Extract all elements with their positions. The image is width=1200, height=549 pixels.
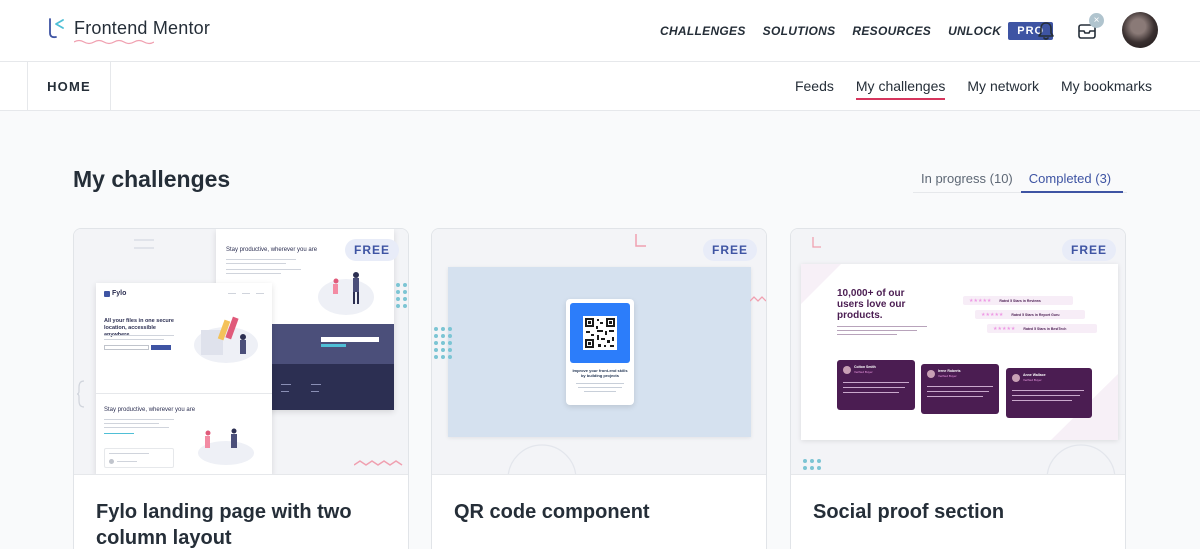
challenge-card-fylo[interactable]: FREE Stay productive, wherever you are F… <box>73 228 409 549</box>
decorative-zigzag-icon <box>354 460 403 466</box>
qr-code-icon <box>583 316 617 350</box>
preview-review-card: Irene Roberts Verified Buyer <box>921 364 999 414</box>
decorative-corner-icon <box>635 234 646 247</box>
main-nav: CHALLENGES SOLUTIONS RESOURCES UNLOCK PR… <box>660 22 1054 40</box>
notifications-button[interactable] <box>1035 20 1057 42</box>
stars-icon: ★★★★★ <box>993 325 1016 332</box>
home-link[interactable]: HOME <box>27 62 111 110</box>
tab-in-progress[interactable]: In progress (10) <box>913 171 1021 192</box>
reviewer-role: Verified Buyer <box>1023 378 1042 382</box>
rating-text: Rated 5 Stars in Reviews <box>999 298 1041 303</box>
preview-headline-bottom: Stay productive, wherever you are <box>104 407 196 413</box>
decorative-circle-icon <box>507 444 577 474</box>
preview-file-illustration-icon <box>194 316 258 363</box>
subnav-my-challenges[interactable]: My challenges <box>855 78 945 100</box>
reviewer-avatar <box>927 370 935 378</box>
decorative-brace-icon <box>76 380 85 408</box>
free-badge: FREE <box>702 239 757 261</box>
challenge-preview-social-proof[interactable]: FREE 10,000+ of our users love our produ… <box>791 229 1125 475</box>
preview-rating-row: ★★★★★ Rated 5 Stars in Report Guru <box>975 310 1085 319</box>
preview-headline-top: Stay productive, wherever you are <box>226 247 318 253</box>
nav-unlock[interactable]: UNLOCK <box>948 24 1001 38</box>
reviewer-role: Verified Buyer <box>854 370 873 374</box>
stars-icon: ★★★★★ <box>969 297 992 304</box>
decorative-circle-icon <box>1046 444 1116 474</box>
challenge-title[interactable]: Social proof section <box>813 499 1103 525</box>
preview-review-card: Colton Smith Verified Buyer <box>837 360 915 410</box>
nav-resources[interactable]: RESOURCES <box>852 24 931 38</box>
subnav-feeds[interactable]: Feeds <box>795 78 834 100</box>
nav-challenges[interactable]: CHALLENGES <box>660 24 746 38</box>
reviewer-role: Verified Buyer <box>938 374 957 378</box>
top-header: Frontend Mentor CHALLENGES SOLUTIONS RES… <box>0 0 1200 62</box>
preview-social-heading: 10,000+ of our users love our products. <box>837 288 906 321</box>
preview-qr-card: Improve your front-end skills by buildin… <box>566 299 634 405</box>
reviewer-avatar <box>1012 374 1020 382</box>
decorative-dots <box>396 283 408 308</box>
stars-icon: ★★★★★ <box>981 311 1004 318</box>
preview-logo: Fylo <box>104 290 126 297</box>
nav-solutions[interactable]: SOLUTIONS <box>763 24 836 38</box>
inbox-button[interactable]: × <box>1076 13 1104 42</box>
reviewer-name: Anne Wallace <box>1023 373 1046 377</box>
decorative-corner-icon <box>812 237 821 248</box>
decorative-dots <box>803 459 821 470</box>
page-title: My challenges <box>73 166 231 192</box>
preview-people-illustration-icon <box>198 428 254 465</box>
preview-review-card: Anne Wallace Verified Buyer <box>1006 368 1092 418</box>
decorative-dots <box>434 327 452 359</box>
challenge-card-qr-code[interactable]: FREE Improve your front-end skills by bu… <box>431 228 767 549</box>
brand-logo[interactable]: Frontend Mentor <box>42 15 211 44</box>
home-label: HOME <box>47 78 91 94</box>
challenge-preview-fylo[interactable]: FREE Stay productive, wherever you are F… <box>74 229 408 475</box>
fylo-logo-icon <box>104 290 110 297</box>
logo-mark-icon <box>49 18 64 39</box>
challenge-card-social-proof[interactable]: FREE 10,000+ of our users love our produ… <box>790 228 1126 549</box>
dashboard-nav: Feeds My challenges My network My bookma… <box>773 78 1152 100</box>
tab-completed[interactable]: Completed (3) <box>1020 171 1124 193</box>
challenge-preview-qr-code[interactable]: FREE Improve your front-end skills by bu… <box>432 229 766 475</box>
preview-mobile-page: Fylo All your files in one secure locati… <box>96 283 272 474</box>
reviewer-name: Colton Smith <box>854 365 876 369</box>
free-badge: FREE <box>344 239 399 261</box>
decorative-zigzag-icon <box>750 296 766 302</box>
preview-qr-title: Improve your front-end skills by buildin… <box>572 368 628 378</box>
reviewer-avatar <box>843 366 851 374</box>
preview-rating-row: ★★★★★ Rated 5 Stars in Reviews <box>963 296 1073 305</box>
challenge-title[interactable]: QR code component <box>454 499 744 525</box>
brand-name: Frontend Mentor <box>74 17 211 44</box>
brand-name-text: Frontend Mentor <box>74 17 211 38</box>
logo-squiggle-icon <box>74 39 154 44</box>
preview-logo-text: Fylo <box>112 290 127 297</box>
preview-qr-tile <box>570 303 630 363</box>
challenge-title[interactable]: Fylo landing page with two column layout <box>96 499 386 549</box>
bell-icon <box>1038 22 1054 40</box>
inbox-badge: × <box>1089 13 1104 28</box>
rating-text: Rated 5 Stars in Report Guru <box>1011 312 1060 317</box>
user-avatar[interactable] <box>1122 12 1158 48</box>
reviewer-name: Irene Roberts <box>938 369 961 373</box>
subnav-my-bookmarks[interactable]: My bookmarks <box>1061 78 1152 100</box>
sub-navigation-bar: HOME Feeds My challenges My network My b… <box>0 62 1200 111</box>
preview-social-page: 10,000+ of our users love our products. … <box>801 264 1118 440</box>
preview-rating-row: ★★★★★ Rated 5 Stars in BestTech <box>987 324 1097 333</box>
rating-text: Rated 5 Stars in BestTech <box>1023 326 1067 331</box>
preview-illustration-icon <box>318 272 374 315</box>
challenge-status-tabs: In progress (10) Completed (3) <box>913 171 1127 193</box>
free-badge: FREE <box>1061 239 1116 261</box>
subnav-my-network[interactable]: My network <box>967 78 1039 100</box>
